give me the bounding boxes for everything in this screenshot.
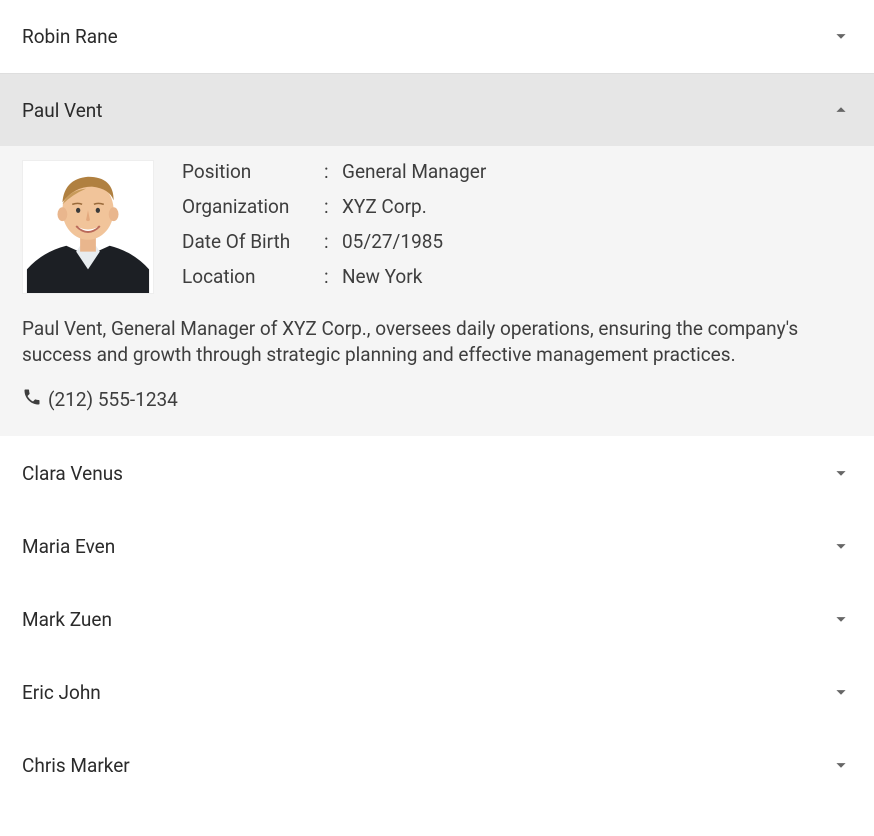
accordion-title: Robin Rane — [22, 25, 118, 48]
accordion-title: Mark Zuen — [22, 608, 112, 631]
organization-value: XYZ Corp. — [342, 195, 486, 218]
colon: : — [324, 160, 342, 183]
chevron-down-icon — [830, 535, 852, 557]
phone-row: (212) 555-1234 — [22, 387, 852, 412]
accordion-title: Clara Venus — [22, 462, 123, 485]
chevron-down-icon — [830, 754, 852, 776]
accordion-item-mark-zuen: Mark Zuen — [0, 583, 874, 656]
accordion-item-eric-john: Eric John — [0, 656, 874, 729]
profile-top: Position : General Manager Organization … — [22, 160, 852, 294]
chevron-down-icon — [830, 25, 852, 47]
accordion-title: Maria Even — [22, 535, 115, 558]
accordion-item-maria-even: Maria Even — [0, 510, 874, 583]
accordion: Robin Rane Paul Vent — [0, 0, 874, 802]
accordion-item-clara-venus: Clara Venus — [0, 437, 874, 510]
accordion-content: Position : General Manager Organization … — [0, 146, 874, 436]
accordion-title: Chris Marker — [22, 754, 130, 777]
accordion-header[interactable]: Paul Vent — [0, 74, 874, 146]
accordion-title: Paul Vent — [22, 99, 103, 122]
location-label: Location — [182, 265, 324, 288]
accordion-header[interactable]: Eric John — [0, 656, 874, 728]
accordion-header[interactable]: Robin Rane — [0, 0, 874, 72]
avatar-image — [23, 161, 153, 293]
dob-label: Date Of Birth — [182, 230, 324, 253]
colon: : — [324, 230, 342, 253]
chevron-down-icon — [830, 681, 852, 703]
accordion-header[interactable]: Clara Venus — [0, 437, 874, 509]
chevron-down-icon — [830, 608, 852, 630]
colon: : — [324, 265, 342, 288]
position-label: Position — [182, 160, 324, 183]
details-grid: Position : General Manager Organization … — [182, 160, 486, 288]
chevron-down-icon — [830, 462, 852, 484]
accordion-item-paul-vent: Paul Vent — [0, 73, 874, 437]
location-value: New York — [342, 265, 486, 288]
phone-number: (212) 555-1234 — [48, 388, 178, 411]
avatar — [22, 160, 154, 294]
accordion-item-robin-rane: Robin Rane — [0, 0, 874, 73]
bio-text: Paul Vent, General Manager of XYZ Corp.,… — [22, 316, 852, 367]
accordion-header[interactable]: Mark Zuen — [0, 583, 874, 655]
accordion-header[interactable]: Chris Marker — [0, 729, 874, 801]
accordion-header[interactable]: Maria Even — [0, 510, 874, 582]
organization-label: Organization — [182, 195, 324, 218]
phone-icon — [22, 387, 42, 412]
dob-value: 05/27/1985 — [342, 230, 486, 253]
chevron-up-icon — [830, 99, 852, 121]
colon: : — [324, 195, 342, 218]
accordion-title: Eric John — [22, 681, 101, 704]
accordion-item-chris-marker: Chris Marker — [0, 729, 874, 802]
position-value: General Manager — [342, 160, 486, 183]
